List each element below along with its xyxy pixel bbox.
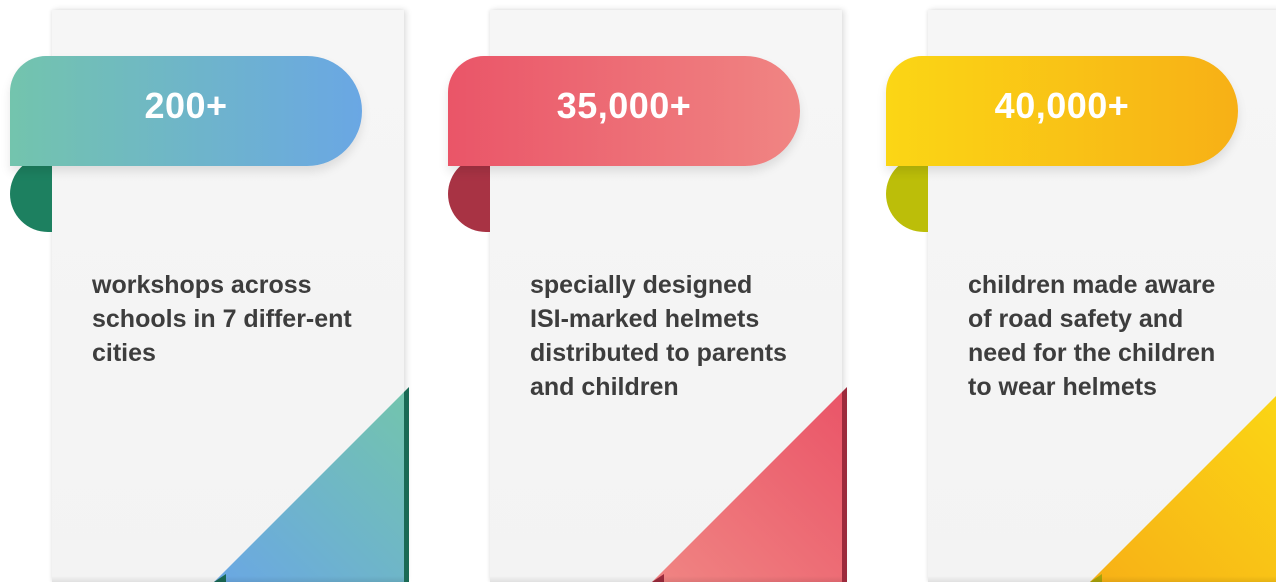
stat-description: specially designed ISI-marked helmets di… <box>530 271 787 401</box>
stat-card-helmets: 35,000+ specially designed ISI-marked he… <box>448 10 847 582</box>
stat-description: workshops across schools in 7 differ-ent… <box>92 271 352 367</box>
stat-ribbon: 200+ <box>10 56 362 166</box>
card-bottom-edge <box>928 576 1276 582</box>
stat-value: 35,000+ <box>556 85 692 126</box>
ribbon-fold <box>10 156 52 232</box>
stat-ribbon: 35,000+ <box>448 56 800 166</box>
corner-ribbon-decoration <box>214 387 409 582</box>
stat-card-children: 40,000+ children made aware of road safe… <box>886 10 1276 582</box>
ribbon-fold <box>886 156 928 232</box>
corner-ribbon-decoration <box>652 387 847 582</box>
stat-card-workshops: 200+ workshops across schools in 7 diffe… <box>10 10 409 582</box>
stat-value: 40,000+ <box>994 85 1130 126</box>
stat-value: 200+ <box>144 85 228 126</box>
stat-ribbon: 40,000+ <box>886 56 1238 166</box>
card-bottom-edge <box>490 576 842 582</box>
card-bottom-edge <box>52 576 404 582</box>
corner-ribbon-decoration <box>1090 396 1276 582</box>
stat-description: children made aware of road safety and n… <box>968 271 1216 401</box>
ribbon-fold <box>448 156 490 232</box>
